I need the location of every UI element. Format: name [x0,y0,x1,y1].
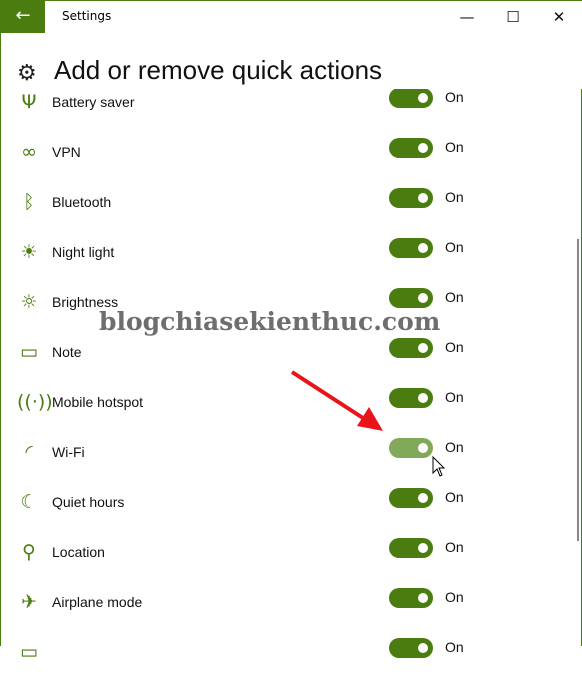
red-arrow-icon [290,370,383,431]
mouse-cursor-icon [432,455,446,477]
annotation-overlay [290,370,446,477]
